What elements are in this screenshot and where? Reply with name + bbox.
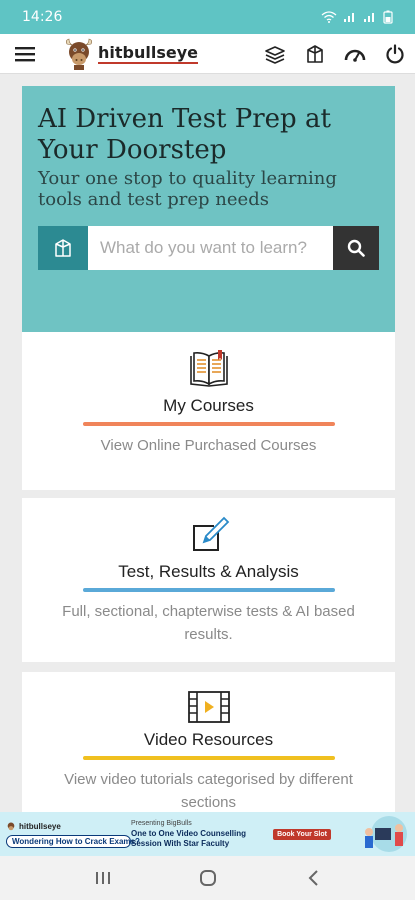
ad-presenting: Presenting BigBulls bbox=[131, 820, 192, 827]
header-actions bbox=[255, 34, 415, 74]
card-my-courses[interactable]: My Courses View Online Purchased Courses bbox=[22, 332, 395, 490]
hamburger-icon bbox=[15, 46, 35, 61]
dashboard-button[interactable] bbox=[335, 34, 375, 74]
courses-icon bbox=[265, 45, 285, 64]
search-button[interactable] bbox=[333, 226, 379, 270]
card-title: Test, Results & Analysis bbox=[118, 562, 299, 581]
menu-button[interactable] bbox=[0, 34, 50, 74]
card-icon bbox=[22, 498, 395, 556]
back-icon bbox=[308, 870, 318, 886]
catalog-icon bbox=[55, 239, 71, 257]
status-time: 14:26 bbox=[22, 9, 63, 25]
hero-banner: AI Driven Test Prep at Your Doorstep You… bbox=[22, 86, 395, 332]
edit-icon bbox=[192, 516, 229, 551]
search-input[interactable] bbox=[88, 226, 333, 270]
catalog-search-button[interactable] bbox=[38, 226, 88, 270]
ad-brand-text: hitbullseye bbox=[19, 821, 61, 831]
ad-illustration-icon bbox=[365, 816, 407, 852]
back-button[interactable] bbox=[288, 856, 338, 900]
logo-text: hitbullseye bbox=[98, 42, 198, 64]
search-icon bbox=[347, 239, 365, 257]
catalog-button[interactable] bbox=[295, 34, 335, 74]
dashboard-icon bbox=[344, 49, 366, 62]
recent-apps-icon bbox=[95, 872, 110, 884]
search-bar bbox=[38, 226, 379, 270]
home-button[interactable] bbox=[183, 856, 233, 900]
signal-icon bbox=[364, 13, 374, 22]
status-bar: 14:26 bbox=[0, 0, 415, 34]
ad-left: hitbullseye Wondering How to Crack Exams… bbox=[6, 821, 140, 848]
card-accent-bar bbox=[82, 756, 335, 760]
ad-message: Presenting BigBulls One to One Video Cou… bbox=[131, 819, 273, 849]
system-nav-bar bbox=[0, 856, 415, 900]
catalog-icon bbox=[307, 44, 323, 63]
ad-cta-button[interactable]: Book Your Slot bbox=[273, 828, 331, 840]
card-icon bbox=[22, 332, 395, 390]
app-logo[interactable]: hitbullseye bbox=[64, 34, 198, 74]
card-description: View Online Purchased Courses bbox=[100, 437, 317, 454]
hero-title: AI Driven Test Prep at Your Doorstep bbox=[38, 104, 331, 165]
battery-icon bbox=[383, 10, 393, 24]
wifi-icon bbox=[321, 11, 337, 23]
book-icon bbox=[189, 350, 228, 387]
card-title: My Courses bbox=[163, 396, 254, 415]
ad-banner[interactable]: hitbullseye Wondering How to Crack Exams… bbox=[0, 812, 415, 856]
card-description: View video tutorials categorised by diff… bbox=[64, 771, 353, 811]
ad-line-1: One to One Video Counselling bbox=[131, 829, 246, 838]
card-test-results-analysis[interactable]: Test, Results & Analysis Full, sectional… bbox=[22, 498, 395, 662]
film-icon bbox=[187, 691, 230, 723]
ad-brand: hitbullseye bbox=[6, 821, 131, 832]
recent-apps-button[interactable] bbox=[78, 856, 128, 900]
ad-pill: Wondering How to Crack Exams? bbox=[6, 834, 140, 848]
card-accent-bar bbox=[82, 422, 335, 426]
hero-subtitle: Your one stop to quality learning tools … bbox=[38, 168, 337, 210]
status-icons bbox=[321, 10, 393, 24]
signal-icon bbox=[344, 13, 354, 22]
courses-button[interactable] bbox=[255, 34, 295, 74]
ad-line-2: Session With Star Faculty bbox=[131, 839, 230, 848]
bull-logo-icon bbox=[7, 822, 15, 830]
card-icon bbox=[22, 672, 395, 724]
card-video-resources[interactable]: Video Resources View video tutorials cat… bbox=[22, 672, 395, 812]
bull-logo-icon bbox=[66, 38, 92, 70]
card-accent-bar bbox=[82, 588, 335, 592]
home-icon bbox=[199, 870, 216, 886]
logout-button[interactable] bbox=[375, 34, 415, 74]
card-title: Video Resources bbox=[143, 730, 274, 749]
card-description: Full, sectional, chapterwise tests & AI … bbox=[62, 603, 355, 643]
app-header: hitbullseye bbox=[0, 34, 415, 74]
main-content: AI Driven Test Prep at Your Doorstep You… bbox=[22, 86, 395, 812]
power-icon bbox=[386, 43, 404, 63]
